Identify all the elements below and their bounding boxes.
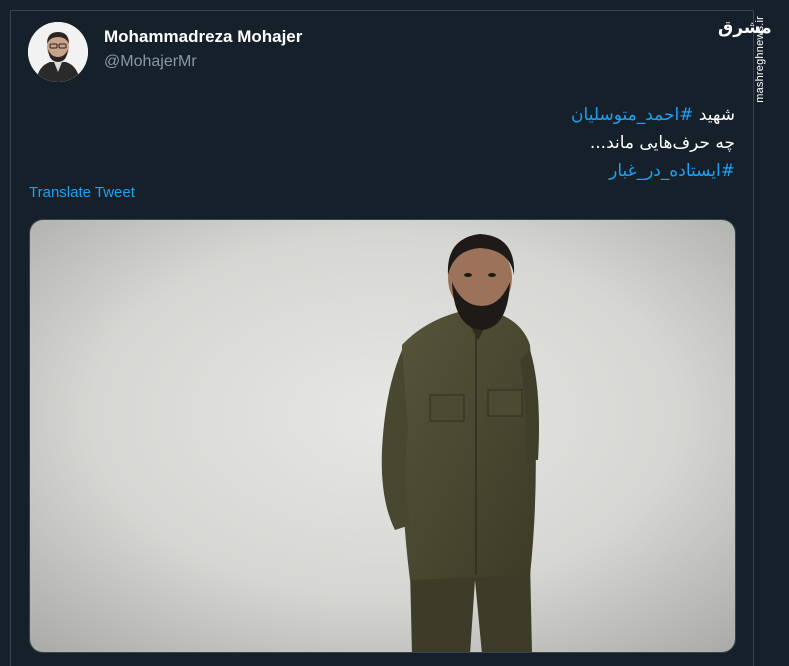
watermark-site: mashreghnews.ir <box>754 16 766 103</box>
author-handle[interactable]: @MohajerMr <box>104 53 197 71</box>
hashtag-link[interactable]: #ایستاده_در_غبار <box>235 157 735 185</box>
tweet-text-line-2: چه حرف‌هایی ماند... <box>589 133 735 153</box>
hashtag-link[interactable]: #احمد_متوسلیان <box>571 105 693 125</box>
tweet-text-line-1: شهید #احمد_متوسلیان <box>235 101 735 129</box>
translate-tweet-link[interactable]: Translate Tweet <box>29 184 135 201</box>
tweet-text-prefix: شهید <box>693 105 735 125</box>
tweet-text: شهید #احمد_متوسلیان چه حرف‌هایی ماند... … <box>235 101 735 185</box>
author-display-name[interactable]: Mohammadreza Mohajer <box>104 27 302 47</box>
man-in-fog-photo <box>30 220 735 652</box>
avatar-photo <box>28 22 88 82</box>
avatar[interactable] <box>28 22 88 82</box>
tweet-image[interactable] <box>29 219 736 653</box>
tweet-card[interactable]: Mohammadreza Mohajer @MohajerMr شهید #اح… <box>10 10 754 666</box>
